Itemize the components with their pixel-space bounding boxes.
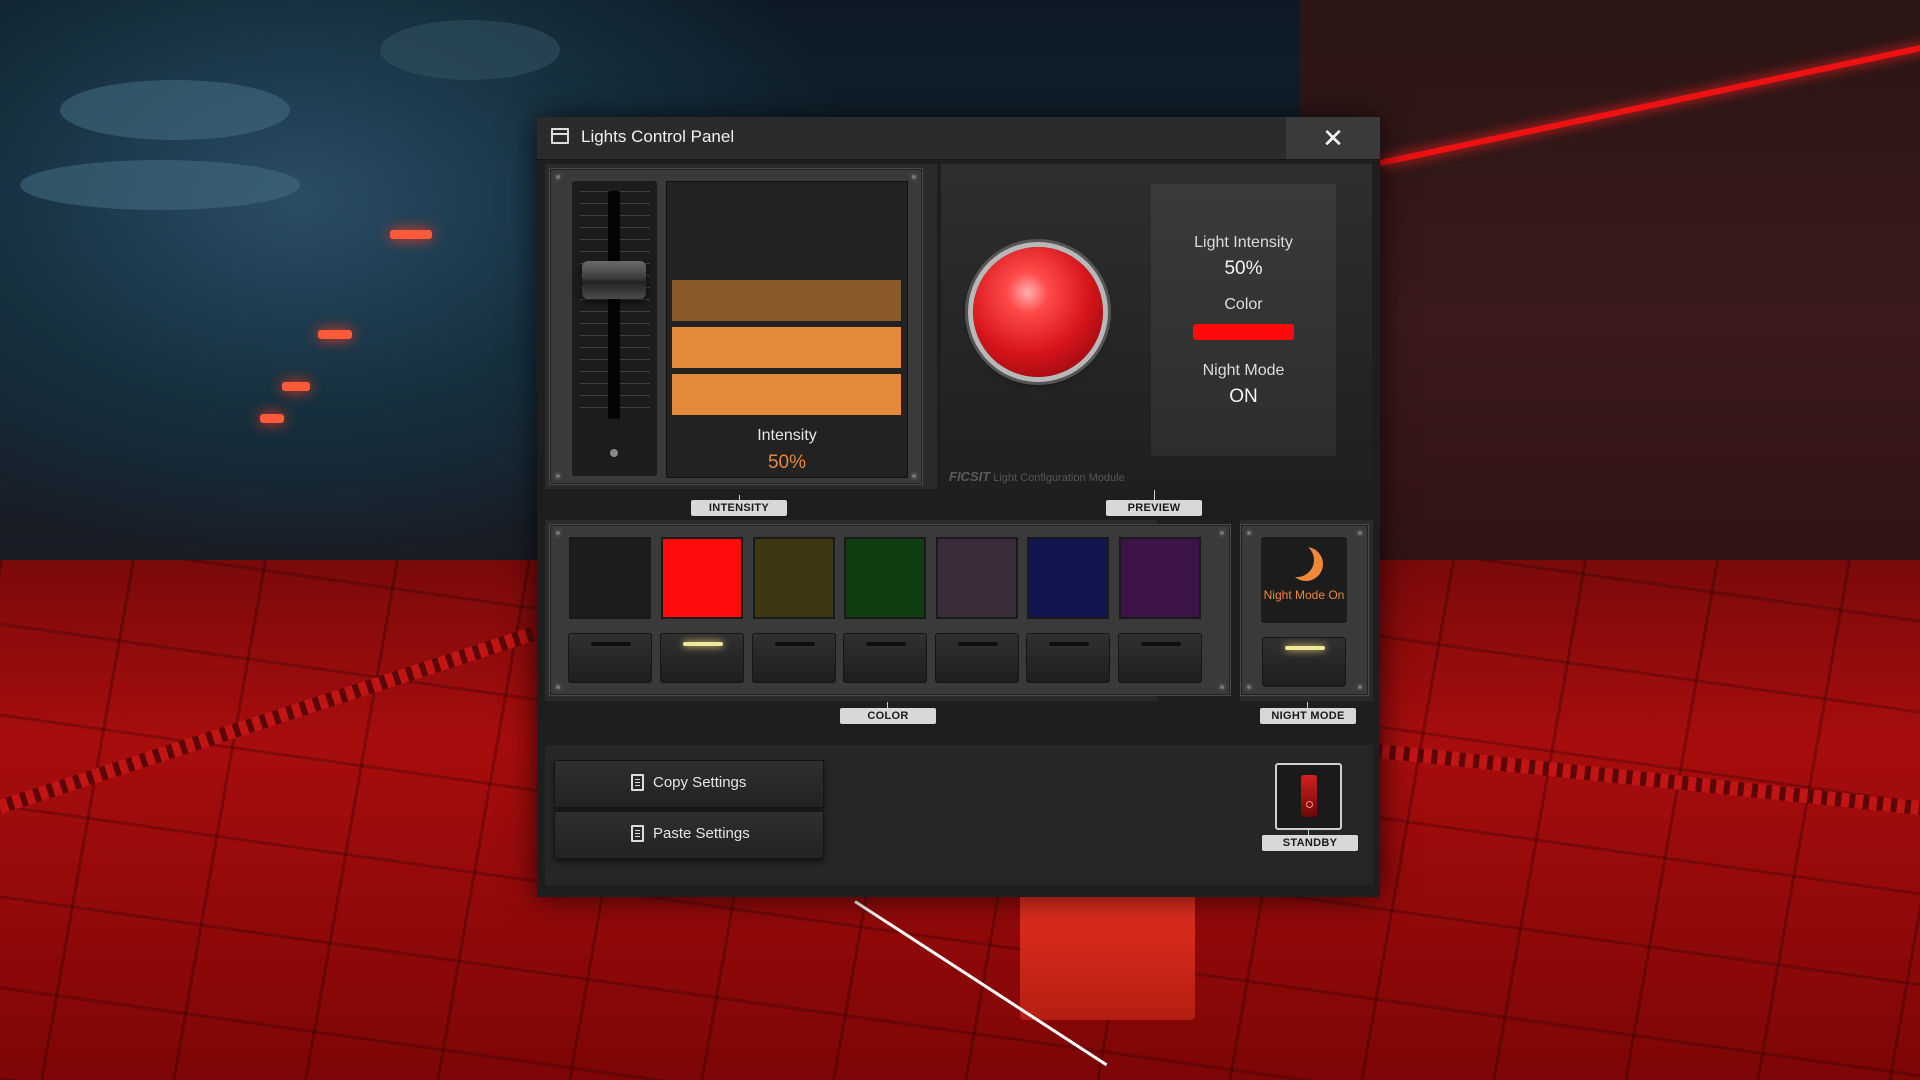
window-icon bbox=[551, 128, 569, 144]
preview-module: Light Intensity 50% Color Night Mode ON … bbox=[941, 164, 1372, 489]
night-mode-label: Night Mode bbox=[1202, 362, 1285, 379]
intensity-bar bbox=[672, 374, 901, 415]
slider-track bbox=[608, 191, 620, 419]
light-intensity-label: Light Intensity bbox=[1194, 234, 1293, 251]
paste-settings-button[interactable]: Paste Settings bbox=[554, 811, 824, 859]
night-mode-value: ON bbox=[1229, 386, 1258, 407]
window-title: Lights Control Panel bbox=[581, 127, 735, 146]
light-intensity-value: 50% bbox=[1224, 258, 1263, 279]
module-brand: FICSIT Light Configuration Module bbox=[949, 469, 1125, 484]
screw bbox=[1356, 529, 1364, 537]
screw bbox=[1245, 683, 1253, 691]
ceiling-lamp bbox=[390, 230, 432, 239]
alien-tree-canopy bbox=[20, 160, 300, 210]
button-led bbox=[1049, 642, 1089, 646]
intensity-bar bbox=[672, 280, 901, 321]
screw bbox=[1218, 683, 1226, 691]
night-mode-toggle-button[interactable] bbox=[1262, 637, 1346, 687]
color-bezel bbox=[549, 524, 1231, 696]
button-led bbox=[683, 642, 723, 646]
intensity-label: Intensity bbox=[757, 427, 817, 444]
lights-control-panel-window: Lights Control Panel ✕ Intensity 50% INT… bbox=[537, 117, 1380, 897]
screw bbox=[910, 472, 918, 480]
title-bar: Lights Control Panel ✕ bbox=[537, 117, 1380, 160]
night-mode-status: Night Mode On bbox=[1263, 588, 1345, 602]
color-tag: COLOR bbox=[840, 708, 936, 724]
button-led bbox=[958, 642, 998, 646]
moon-icon bbox=[1280, 543, 1323, 581]
color-select-button[interactable] bbox=[660, 633, 744, 683]
paste-settings-label: Paste Settings bbox=[653, 825, 750, 842]
slider-indicator-dot bbox=[610, 449, 618, 457]
paste-icon bbox=[631, 825, 644, 842]
color-swatch-mauve[interactable] bbox=[936, 537, 1018, 619]
copy-settings-label: Copy Settings bbox=[653, 774, 747, 791]
screw bbox=[554, 472, 562, 480]
ceiling-lamp bbox=[318, 330, 352, 339]
button-led bbox=[1141, 642, 1181, 646]
power-switch-icon bbox=[1301, 775, 1317, 817]
color-swatch-green[interactable] bbox=[844, 537, 926, 619]
intensity-display: Intensity 50% bbox=[666, 181, 908, 478]
button-led bbox=[1285, 646, 1325, 650]
screw bbox=[910, 173, 918, 181]
preview-tag: PREVIEW bbox=[1106, 500, 1202, 516]
night-mode-indicator: Night Mode On bbox=[1261, 537, 1347, 623]
color-swatch-olive[interactable] bbox=[753, 537, 835, 619]
alien-tree-canopy bbox=[380, 20, 560, 80]
intensity-slider[interactable] bbox=[572, 181, 657, 476]
preview-info-card: Light Intensity 50% Color Night Mode ON bbox=[1151, 184, 1336, 456]
light-fixture-object bbox=[1020, 890, 1195, 1020]
night-mode-tag: NIGHT MODE bbox=[1260, 708, 1356, 724]
screw bbox=[554, 173, 562, 181]
copy-settings-button[interactable]: Copy Settings bbox=[554, 760, 824, 808]
intensity-tag: INTENSITY bbox=[691, 500, 787, 516]
color-swatch-navy[interactable] bbox=[1027, 537, 1109, 619]
screw bbox=[1245, 529, 1253, 537]
button-led bbox=[591, 642, 631, 646]
standby-switch[interactable] bbox=[1275, 763, 1342, 830]
night-mode-module: Night Mode On bbox=[1240, 520, 1373, 701]
button-led bbox=[775, 642, 815, 646]
color-label: Color bbox=[1224, 296, 1263, 313]
screw bbox=[554, 683, 562, 691]
color-select-button[interactable] bbox=[752, 633, 836, 683]
intensity-module: Intensity 50% bbox=[545, 164, 937, 489]
brand-logo: FICSIT bbox=[949, 469, 991, 484]
standby-tag: STANDBY bbox=[1262, 835, 1358, 851]
intensity-value: 50% bbox=[767, 452, 807, 473]
color-module bbox=[545, 520, 1231, 701]
screw bbox=[1218, 529, 1226, 537]
color-swatch-black[interactable] bbox=[569, 537, 651, 619]
color-swatch-purple[interactable] bbox=[1119, 537, 1201, 619]
screw bbox=[554, 529, 562, 537]
ceiling-lamp bbox=[282, 382, 310, 391]
module-name: Light Configuration Module bbox=[993, 472, 1125, 484]
screw bbox=[1356, 683, 1364, 691]
copy-icon bbox=[631, 774, 644, 791]
alien-tree-canopy bbox=[60, 80, 290, 140]
color-select-button[interactable] bbox=[935, 633, 1019, 683]
ceiling-lamp bbox=[260, 414, 284, 423]
night-mode-bezel: Night Mode On bbox=[1240, 524, 1369, 696]
color-select-button[interactable] bbox=[1026, 633, 1110, 683]
button-led bbox=[866, 642, 906, 646]
intensity-bezel: Intensity 50% bbox=[549, 168, 923, 485]
color-swatch-red[interactable] bbox=[661, 537, 743, 619]
color-select-button[interactable] bbox=[1118, 633, 1202, 683]
color-preview-swatch bbox=[1193, 324, 1294, 340]
color-select-button[interactable] bbox=[843, 633, 927, 683]
slider-knob[interactable] bbox=[582, 261, 646, 299]
intensity-bar bbox=[672, 327, 901, 368]
light-preview-orb bbox=[973, 247, 1103, 377]
close-button[interactable]: ✕ bbox=[1286, 117, 1380, 159]
color-select-button[interactable] bbox=[568, 633, 652, 683]
